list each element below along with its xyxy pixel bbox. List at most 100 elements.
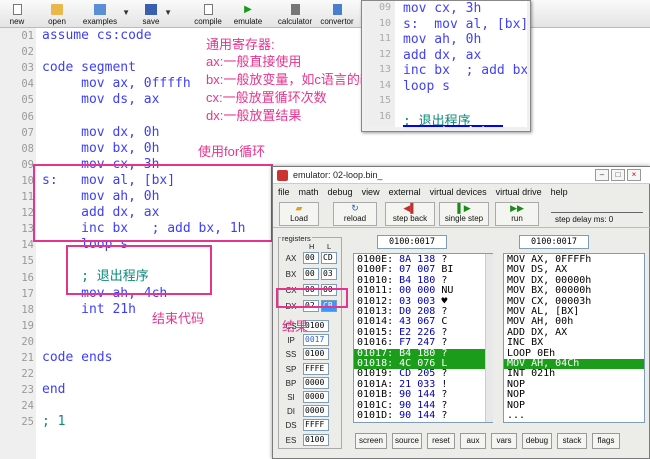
disassembly-address-field[interactable]: 0100:0017 <box>519 235 589 249</box>
memory-hex: 03 <box>399 295 412 307</box>
memory-char: ? <box>441 274 448 286</box>
memory-char: ? <box>441 410 448 421</box>
stack-button[interactable]: stack <box>557 433 587 449</box>
menu-item-file[interactable]: file <box>278 185 290 199</box>
disassembly-row[interactable]: NOP <box>504 379 644 390</box>
memory-address: 01017: <box>357 347 394 359</box>
emulator-menu-bar: file math debug view external virtual devices… <box>273 185 650 199</box>
source-line[interactable]: inc bx ; add bx <box>403 63 527 78</box>
source-button[interactable]: source <box>392 433 422 449</box>
register-value-field[interactable]: 0000 <box>303 405 329 418</box>
save-button[interactable]: save ▼ <box>140 0 172 28</box>
run-button[interactable]: ▶▶ run <box>495 202 539 226</box>
new-button[interactable]: new <box>6 0 28 28</box>
memory-hex: 21 <box>399 378 412 390</box>
source-editor[interactable]: 09 mov cx, 3h 10 s: mov al, [bx] 11 mov ah, 0… <box>365 1 527 127</box>
menu-item-external[interactable]: external <box>389 185 421 199</box>
code-line[interactable] <box>42 398 246 414</box>
emulate-button[interactable]: ▶ emulate <box>232 0 264 28</box>
line-number: 16 <box>21 271 34 284</box>
source-line[interactable]: s: mov al, [bx] <box>403 17 527 32</box>
register-value-field[interactable]: FFFE <box>303 362 329 375</box>
code-line[interactable]: int 21h <box>42 302 246 318</box>
menu-item-virtual-devices[interactable]: virtual devices <box>430 185 487 199</box>
single-step-button[interactable]: ▌▶ single step <box>439 202 489 226</box>
open-button[interactable]: open <box>44 0 70 28</box>
memory-scrollbar[interactable] <box>485 254 493 422</box>
emulator-app-icon <box>277 170 288 181</box>
memory-hex: 90 <box>399 410 412 421</box>
code-line[interactable]: ; 1 <box>42 414 246 430</box>
code-line[interactable] <box>42 334 246 350</box>
line-number: 12 <box>21 207 34 220</box>
menu-item-debug[interactable]: debug <box>328 185 353 199</box>
source-line[interactable]: mov ah, 0h <box>403 32 481 47</box>
disassembly-row[interactable]: ... <box>504 410 644 421</box>
load-button[interactable]: ▰ Load <box>279 202 319 226</box>
source-line[interactable]: mov ah, 4ch <box>403 125 503 127</box>
close-button[interactable]: × <box>627 169 641 181</box>
code-line[interactable] <box>42 318 246 334</box>
menu-item-virtual-drive[interactable]: virtual drive <box>496 185 542 199</box>
flags-button[interactable]: flags <box>592 433 620 449</box>
menu-item-view[interactable]: view <box>362 185 380 199</box>
register-high-field[interactable]: 00 <box>303 268 319 280</box>
source-line[interactable]: loop s <box>403 79 450 94</box>
register-value-field[interactable]: 0000 <box>303 391 329 403</box>
chevron-down-icon[interactable]: ▼ <box>122 8 130 17</box>
run-icon: ▶▶ <box>510 203 524 213</box>
memory-address: 01012: <box>357 295 394 307</box>
debug-button[interactable]: debug <box>522 433 552 449</box>
memory-decimal: 144 <box>417 410 436 421</box>
memory-char: BI <box>441 264 454 276</box>
memory-list[interactable]: 0100E: 8A 138 ? 0100F: 07 007 BI 01010: B4… <box>353 253 493 423</box>
code-line[interactable]: mov dx, 0h <box>42 125 246 141</box>
emulator-title-bar[interactable]: emulator: 02-loop.bin_ – □ × <box>273 167 650 184</box>
line-number: 02 <box>21 46 34 59</box>
source-line-number: 10 <box>378 17 391 29</box>
memory-decimal: 247 <box>417 337 436 349</box>
screen-button[interactable]: screen <box>355 433 387 449</box>
line-number: 01 <box>21 30 34 42</box>
memory-row[interactable]: 0101D: 90 144 ? <box>354 410 492 421</box>
register-name: ES <box>285 435 297 445</box>
reset-button[interactable]: reset <box>427 433 455 449</box>
minimize-button[interactable]: – <box>595 169 609 181</box>
memory-char: ? <box>441 347 448 359</box>
code-line[interactable]: code ends <box>42 350 246 366</box>
vars-button[interactable]: vars <box>491 433 517 449</box>
examples-button[interactable]: examples ▼ <box>80 0 130 28</box>
aux-button[interactable]: aux <box>460 433 486 449</box>
disassembly-list[interactable]: MOV AX, 0FFFFh MOV DS, AX MOV DX, 00000h MO… <box>503 253 645 423</box>
source-line[interactable]: add dx, ax <box>403 48 481 63</box>
disassembly-row[interactable]: NOP <box>504 389 644 400</box>
disassembly-row[interactable]: INT 021h <box>504 368 644 379</box>
register-value-field[interactable]: FFFF <box>303 419 329 432</box>
calculator-button[interactable]: calculator <box>276 0 314 28</box>
register-low-field[interactable]: 03 <box>321 268 337 280</box>
code-line[interactable] <box>42 366 246 382</box>
memory-decimal: 067 <box>417 316 436 328</box>
chevron-down-icon[interactable]: ▼ <box>164 8 172 17</box>
source-line-number: 17 <box>365 126 391 127</box>
compile-button[interactable]: compile <box>192 0 224 28</box>
register-low-field[interactable]: CD <box>321 252 337 264</box>
menu-item-math[interactable]: math <box>299 185 319 199</box>
source-line[interactable]: mov cx, 3h <box>403 1 481 16</box>
disassembly-row[interactable]: NOP <box>504 400 644 411</box>
register-value-field[interactable]: 0100 <box>303 433 329 446</box>
code-line[interactable]: end <box>42 382 246 398</box>
register-value-field[interactable]: 0100 <box>303 348 329 361</box>
maximize-button[interactable]: □ <box>611 169 625 181</box>
step-back-button[interactable]: ◀▌ step back <box>385 202 435 226</box>
register-value-field[interactable]: 0017 <box>303 334 329 347</box>
reload-button[interactable]: ↻ reload <box>333 202 377 226</box>
register-value-field[interactable]: 0000 <box>303 376 329 389</box>
source-line-number: 12 <box>378 48 391 60</box>
memory-address-field[interactable]: 0100:0017 <box>377 235 447 249</box>
step-delay-slider[interactable] <box>551 204 643 213</box>
menu-item-help[interactable]: help <box>551 185 568 199</box>
convertor-button[interactable]: convertor <box>318 0 356 28</box>
source-line-number: 16 <box>378 110 391 122</box>
register-high-field[interactable]: 00 <box>303 252 319 264</box>
